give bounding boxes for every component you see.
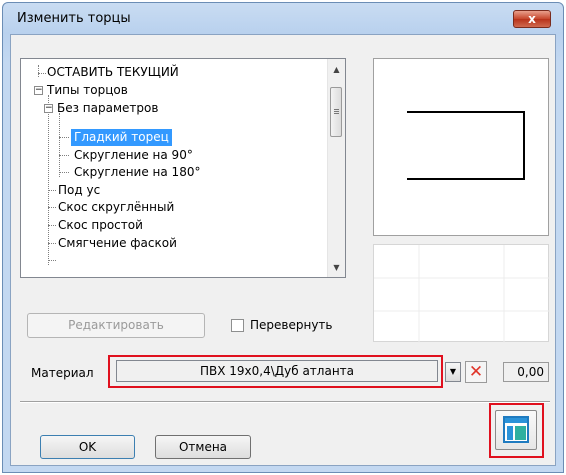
tree-item-simple-bevel[interactable]: Скос простой [58, 217, 143, 234]
cancel-button[interactable]: Отмена [155, 435, 251, 459]
ok-button[interactable]: OK [40, 435, 135, 459]
flip-checkbox-label: Перевернуть [250, 318, 333, 332]
material-label: Материал [31, 366, 94, 380]
scroll-down-icon[interactable]: ▼ [328, 259, 345, 276]
layout-button[interactable] [495, 410, 537, 450]
scroll-thumb[interactable] [330, 87, 342, 137]
tree-item-smooth-edge[interactable]: Гладкий торец [71, 129, 172, 146]
clear-material-button[interactable]: ✕ [465, 361, 487, 383]
chevron-down-icon: ▼ [449, 367, 457, 376]
flip-checkbox[interactable] [231, 319, 244, 332]
edge-preview [373, 58, 549, 236]
collapse-icon[interactable]: − [34, 86, 43, 95]
secondary-preview [373, 244, 550, 343]
preview-grid [374, 245, 550, 343]
dialog-title: Изменить торцы [17, 11, 131, 26]
title-bar[interactable]: Изменить торцы x [3, 3, 563, 33]
close-button[interactable]: x [513, 10, 551, 28]
tree-item-chamfer[interactable]: Смягчение фаской [58, 235, 177, 252]
material-amount-field[interactable]: 0,00 [503, 362, 549, 382]
edge-profile-drawing [407, 111, 525, 180]
clear-x-icon: ✕ [468, 362, 484, 382]
tree-item-miter[interactable]: Под ус [58, 182, 100, 199]
tree-item-keep-current[interactable]: ОСТАВИТЬ ТЕКУЩИЙ [47, 64, 179, 81]
scroll-up-icon[interactable]: ▲ [328, 61, 345, 78]
edit-button[interactable]: Редактировать [27, 313, 205, 338]
tree-item-rounded-bevel[interactable]: Скос скруглённый [58, 199, 174, 216]
tree-scrollbar[interactable]: ▲ ▼ [327, 59, 345, 277]
layout-panel-icon [503, 416, 529, 443]
collapse-icon[interactable]: − [44, 104, 53, 113]
tree-item-edge-types[interactable]: Типы торцов [47, 82, 128, 99]
divider [20, 401, 550, 403]
tree-item-round-180[interactable]: Скругление на 180° [74, 164, 200, 181]
tree-item-round-90[interactable]: Скругление на 90° [74, 147, 193, 164]
material-highlight-box [108, 355, 443, 388]
tree-item-no-params[interactable]: Без параметров [57, 100, 158, 117]
edge-type-tree[interactable]: ОСТАВИТЬ ТЕКУЩИЙ − Типы торцов − Без пар… [20, 58, 346, 278]
close-icon: x [528, 12, 536, 26]
material-dropdown-button[interactable]: ▼ [445, 362, 461, 382]
